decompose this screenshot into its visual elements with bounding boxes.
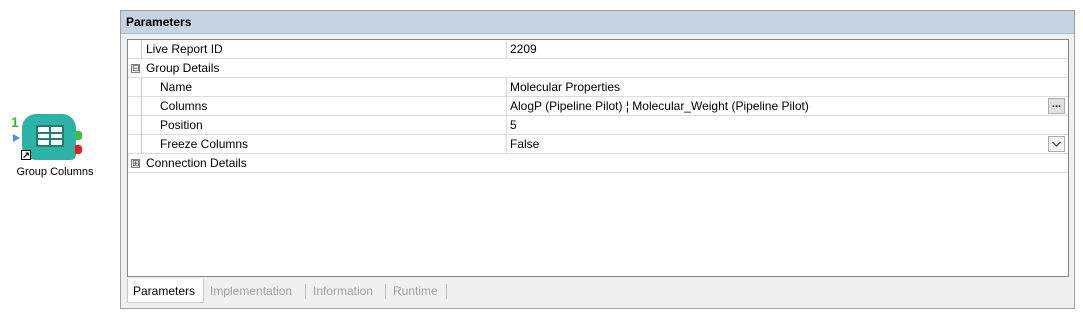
row-gutter xyxy=(128,116,142,135)
shortcut-arrow-icon: ↗ xyxy=(21,150,31,160)
node-label: Group Columns xyxy=(16,166,94,178)
group-columns-node[interactable]: 1 ↗ Group Columns xyxy=(10,114,110,184)
category-connection-details[interactable]: ⊞ Connection Details xyxy=(128,154,1068,173)
chevron-down-icon xyxy=(1052,141,1061,147)
property-value-input[interactable]: AlogP (Pipeline Pilot) ¦ Molecular_Weigh… xyxy=(506,97,1068,115)
property-row-name[interactable]: Name Molecular Properties xyxy=(128,78,1068,97)
grid-glyph xyxy=(36,125,64,147)
property-value-input[interactable]: 2209 xyxy=(506,40,1068,58)
property-name: Columns xyxy=(160,99,208,113)
property-row-freeze-columns[interactable]: Freeze Columns False xyxy=(128,135,1068,154)
tab-parameters[interactable]: Parameters xyxy=(127,279,204,303)
tab-information[interactable]: Information xyxy=(308,279,378,303)
parameters-panel: Parameters Live Report ID 2209 ⊟ Group D… xyxy=(120,10,1075,309)
node-number: 1 xyxy=(11,114,19,130)
output-port-red-icon[interactable] xyxy=(75,145,82,154)
property-grid: Live Report ID 2209 ⊟ Group Details Name… xyxy=(127,39,1069,277)
panel-title: Parameters xyxy=(121,11,1074,34)
property-value-input[interactable]: Molecular Properties xyxy=(506,78,1068,96)
property-name: Freeze Columns xyxy=(160,137,249,151)
tab-implementation[interactable]: Implementation xyxy=(205,279,297,303)
property-row-position[interactable]: Position 5 xyxy=(128,116,1068,135)
property-row-live-report-id[interactable]: Live Report ID 2209 xyxy=(128,40,1068,59)
output-port-green-icon[interactable] xyxy=(75,131,82,140)
row-gutter xyxy=(128,78,142,97)
row-gutter xyxy=(128,135,142,154)
category-group-details[interactable]: ⊟ Group Details xyxy=(128,59,1068,78)
tab-separator xyxy=(305,284,306,299)
row-gutter xyxy=(128,97,142,116)
category-name: Group Details xyxy=(146,61,220,75)
tab-separator xyxy=(446,284,447,299)
input-port-icon[interactable] xyxy=(13,134,20,142)
property-name: Position xyxy=(160,118,203,132)
category-name: Connection Details xyxy=(146,156,247,170)
tab-separator xyxy=(385,284,386,299)
property-value-select[interactable]: False xyxy=(506,135,1068,153)
row-gutter xyxy=(128,40,142,59)
property-name: Live Report ID xyxy=(146,42,223,56)
dropdown-button[interactable] xyxy=(1048,136,1065,152)
property-row-columns[interactable]: Columns AlogP (Pipeline Pilot) ¦ Molecul… xyxy=(128,97,1068,116)
property-value-input[interactable]: 5 xyxy=(506,116,1068,134)
tab-runtime[interactable]: Runtime xyxy=(388,279,443,303)
expand-icon[interactable]: ⊞ xyxy=(131,159,140,168)
property-name: Name xyxy=(160,80,193,94)
ellipsis-button[interactable]: ... xyxy=(1048,98,1065,114)
collapse-icon[interactable]: ⊟ xyxy=(131,64,140,73)
